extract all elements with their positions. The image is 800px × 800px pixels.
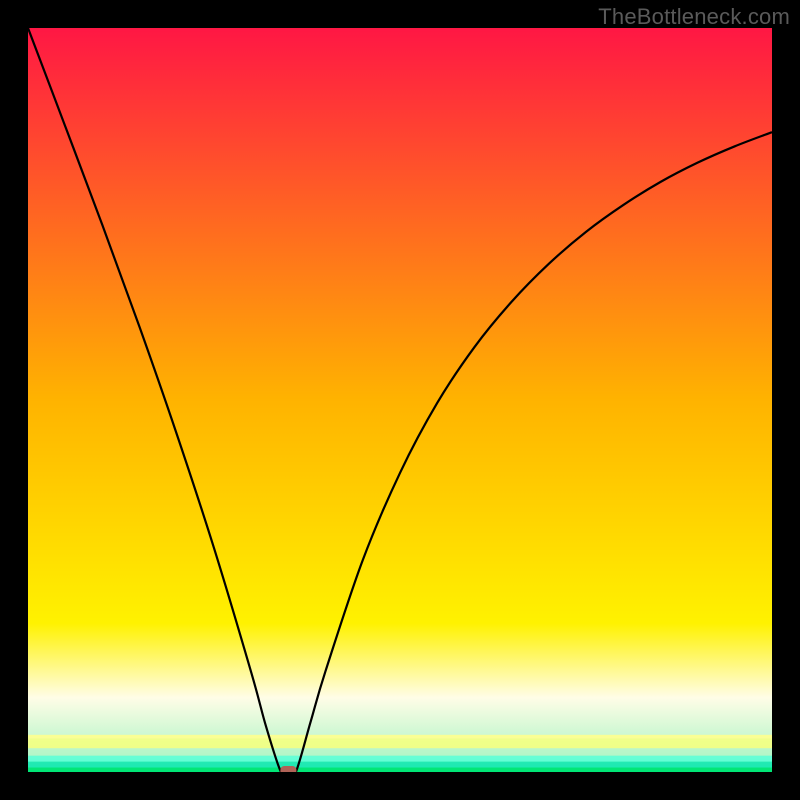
gradient-background xyxy=(28,28,772,772)
chart-svg xyxy=(28,28,772,772)
green-band xyxy=(28,735,772,772)
watermark-text: TheBottleneck.com xyxy=(598,4,790,30)
marker-dot xyxy=(280,766,296,772)
plot-area xyxy=(28,28,772,772)
chart-frame: TheBottleneck.com xyxy=(0,0,800,800)
